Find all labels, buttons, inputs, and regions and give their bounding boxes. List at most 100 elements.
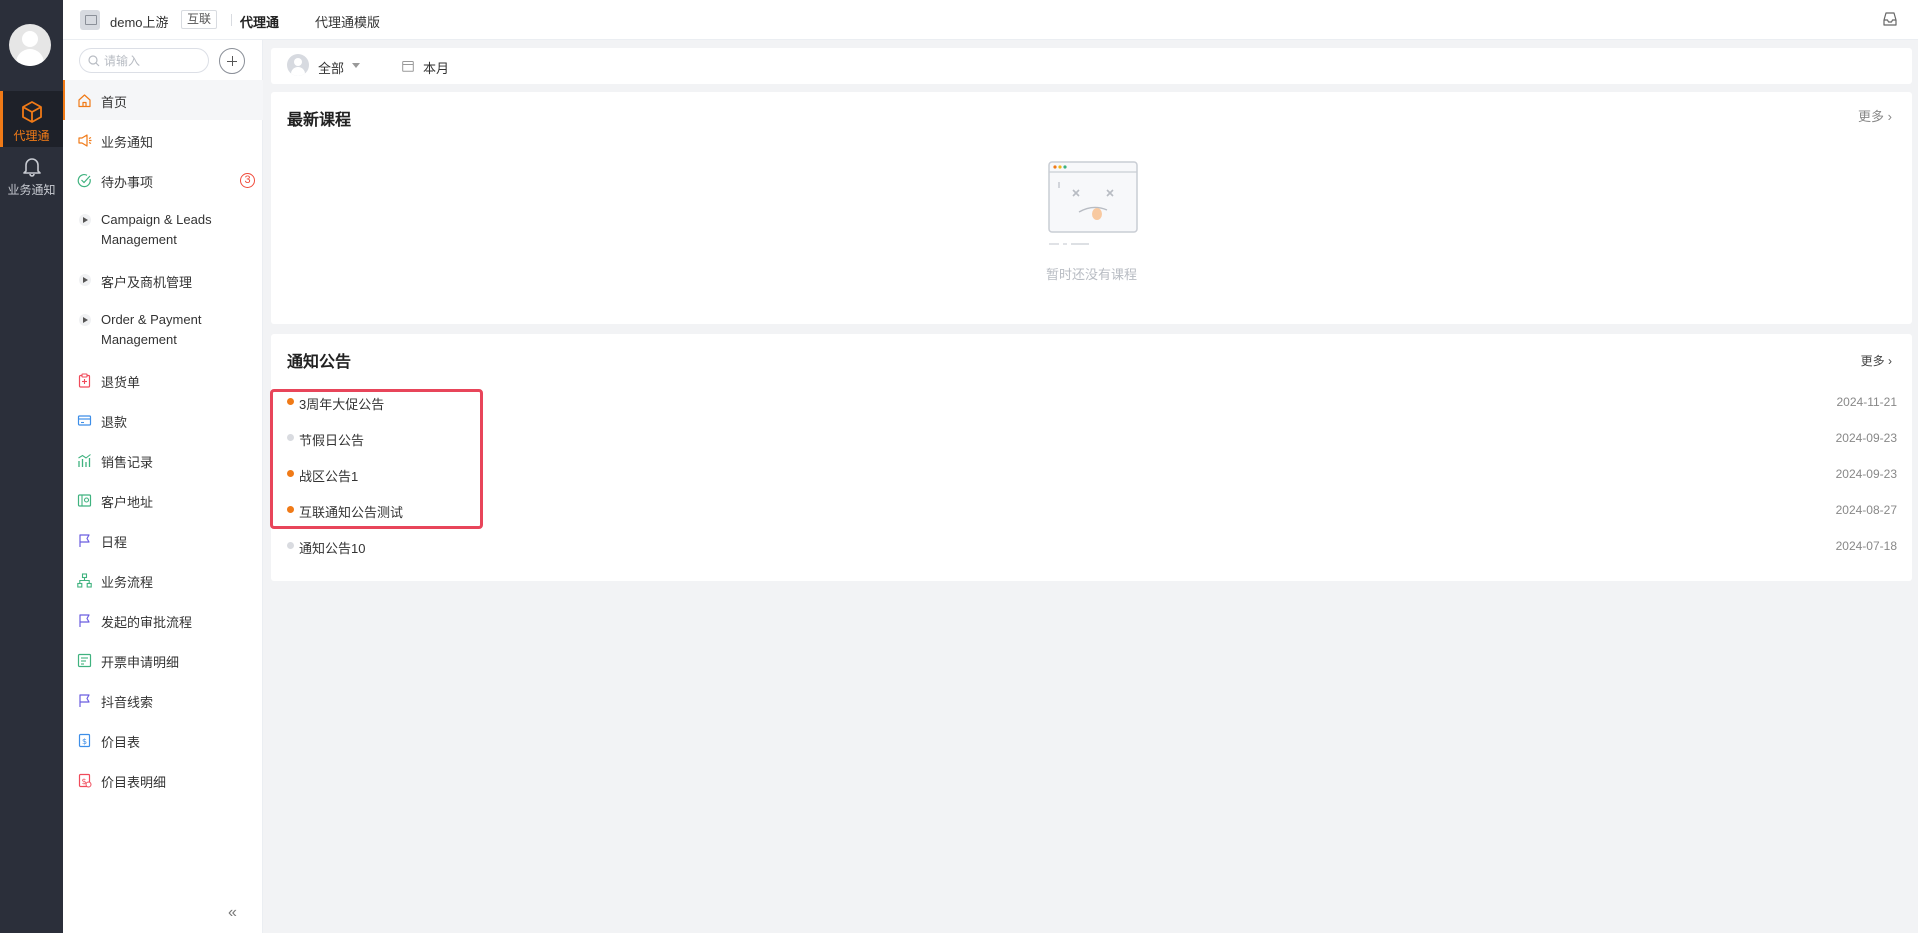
sidebar-item-label: 退款 — [101, 415, 128, 430]
sidebar-item-refund[interactable]: 退款 — [63, 400, 263, 440]
home-icon — [78, 94, 91, 108]
top-bar: demo上游 互联 代理通 代理通模版 — [63, 0, 1918, 40]
notices-card: 通知公告 更多 › 3周年大促公告 2024-11-21 节假日公告 2024-… — [271, 334, 1912, 581]
expand-caret-icon — [79, 214, 91, 226]
price-icon: $ — [78, 733, 91, 748]
notice-item[interactable]: 战区公告1 2024-09-23 — [287, 456, 1897, 492]
sidebar-item-customer-address[interactable]: 客户地址 — [63, 480, 263, 520]
notice-date: 2024-09-23 — [1835, 467, 1897, 481]
rail-item-label: 业务通知 — [7, 183, 56, 197]
sidebar-item-label: 销售记录 — [101, 455, 154, 470]
flag-icon — [79, 534, 90, 547]
sidebar-item-business-notice[interactable]: 业务通知 — [63, 120, 263, 160]
courses-more-link[interactable]: 更多 › — [1858, 106, 1892, 125]
flag-icon — [79, 614, 90, 627]
notice-date: 2024-11-21 — [1836, 395, 1898, 409]
sidebar-item-price-list-detail[interactable]: $ 价目表明细 — [63, 760, 263, 800]
sidebar-item-schedule[interactable]: 日程 — [63, 520, 263, 560]
period-filter[interactable]: 本月 — [423, 58, 449, 77]
card-icon — [77, 415, 92, 426]
sidebar-item-customer-opportunity[interactable]: 客户及商机管理 — [63, 260, 263, 300]
more-label: 更多 — [1858, 109, 1885, 124]
megaphone-icon — [78, 134, 92, 147]
read-dot-icon — [287, 542, 294, 549]
sidebar-item-business-flow[interactable]: 业务流程 — [63, 560, 263, 600]
sidebar-item-label: 业务流程 — [101, 575, 154, 590]
flow-icon — [77, 573, 92, 588]
sidebar-item-douyin-leads[interactable]: 抖音线索 — [63, 680, 263, 720]
sidebar-item-label: 退货单 — [101, 375, 141, 390]
rail-item-agent[interactable]: 代理通 — [0, 91, 63, 147]
sidebar-item-order-payment[interactable]: Order & Payment Management — [63, 300, 263, 360]
sidebar-search — [79, 48, 209, 73]
notice-title: 通知公告10 — [299, 541, 366, 556]
sidebar-item-home[interactable]: 首页 — [63, 80, 263, 120]
sidebar-item-return-order[interactable]: 退货单 — [63, 360, 263, 400]
svg-text:$: $ — [82, 737, 87, 746]
app-rail: 代理通 业务通知 — [0, 0, 63, 933]
notices-more-link[interactable]: 更多 › — [1861, 352, 1892, 369]
clipboard-icon — [78, 373, 91, 388]
filter-bar: 全部 本月 — [271, 48, 1912, 84]
sidebar-item-label: 客户地址 — [101, 495, 154, 510]
chart-icon — [78, 454, 91, 467]
divider — [231, 14, 232, 26]
address-icon — [77, 494, 92, 507]
owner-filter-select[interactable]: 全部 — [318, 58, 344, 77]
user-avatar[interactable] — [9, 24, 51, 66]
sidebar-item-label: 抖音线索 — [101, 695, 154, 710]
notice-date: 2024-09-23 — [1835, 431, 1897, 445]
sidebar: 首页 业务通知 待办事项 3 Campaign & Leads Manageme… — [63, 40, 263, 933]
flag-icon — [79, 694, 90, 707]
company-tag-badge: 互联 — [181, 10, 218, 29]
sidebar-item-price-list[interactable]: $ 价目表 — [63, 720, 263, 760]
notice-item[interactable]: 互联通知公告测试 2024-08-27 — [287, 492, 1897, 528]
rail-item-notice[interactable]: 业务通知 — [0, 147, 63, 203]
notice-item[interactable]: 通知公告10 2024-07-18 — [287, 528, 1897, 564]
notice-item[interactable]: 3周年大促公告 2024-11-21 — [287, 384, 1897, 420]
sidebar-item-sales-record[interactable]: 销售记录 — [63, 440, 263, 480]
owner-avatar — [287, 54, 309, 76]
sidebar-item-label: 价目表明细 — [101, 775, 167, 790]
invoice-icon — [77, 653, 92, 668]
chevron-down-icon[interactable] — [352, 63, 360, 68]
check-circle-icon — [77, 174, 91, 188]
expand-caret-icon — [79, 314, 91, 326]
sidebar-item-label: 发起的审批流程 — [101, 615, 193, 630]
latest-courses-card: 最新课程 更多 › 暂时还没有课程 — [271, 92, 1912, 324]
inbox-icon[interactable] — [1882, 11, 1898, 27]
tab-agent[interactable]: 代理通 — [240, 12, 279, 31]
rail-item-label: 代理通 — [13, 129, 50, 143]
notice-item[interactable]: 节假日公告 2024-09-23 — [287, 420, 1897, 456]
sidebar-item-label: 首页 — [101, 95, 128, 110]
company-name[interactable]: demo上游 — [110, 12, 169, 31]
tab-agent-template[interactable]: 代理通模版 — [315, 12, 380, 31]
price-detail-icon: $ — [78, 773, 92, 788]
notice-date: 2024-08-27 — [1835, 503, 1897, 517]
courses-title: 最新课程 — [287, 112, 352, 129]
collapse-sidebar-icon[interactable]: « — [228, 904, 237, 922]
expand-caret-icon — [79, 274, 91, 286]
sidebar-item-label: 日程 — [101, 535, 128, 550]
more-label: 更多 — [1860, 354, 1885, 368]
notice-date: 2024-07-18 — [1835, 539, 1897, 553]
sidebar-item-label: Campaign & Leads Management — [101, 212, 212, 247]
sidebar-item-label: 客户及商机管理 — [101, 275, 193, 290]
sidebar-item-label: Order & Payment Management — [101, 312, 202, 347]
cube-icon — [21, 101, 42, 123]
notices-title: 通知公告 — [287, 354, 352, 371]
empty-state-illustration-icon — [1048, 161, 1138, 245]
sidebar-item-invoice-detail[interactable]: 开票申请明细 — [63, 640, 263, 680]
sidebar-item-campaign-leads[interactable]: Campaign & Leads Management — [63, 200, 263, 260]
sidebar-item-label: 业务通知 — [101, 135, 154, 150]
sidebar-item-approval-flow[interactable]: 发起的审批流程 — [63, 600, 263, 640]
sidebar-item-label: 开票申请明细 — [101, 655, 180, 670]
search-icon — [88, 55, 100, 67]
add-button[interactable] — [219, 48, 245, 74]
todo-count-badge: 3 — [240, 173, 255, 188]
sidebar-item-todo[interactable]: 待办事项 3 — [63, 160, 263, 200]
search-input[interactable] — [104, 52, 204, 69]
sidebar-item-label: 待办事项 — [101, 175, 154, 190]
calendar-icon — [402, 61, 414, 72]
bell-icon — [22, 158, 41, 177]
